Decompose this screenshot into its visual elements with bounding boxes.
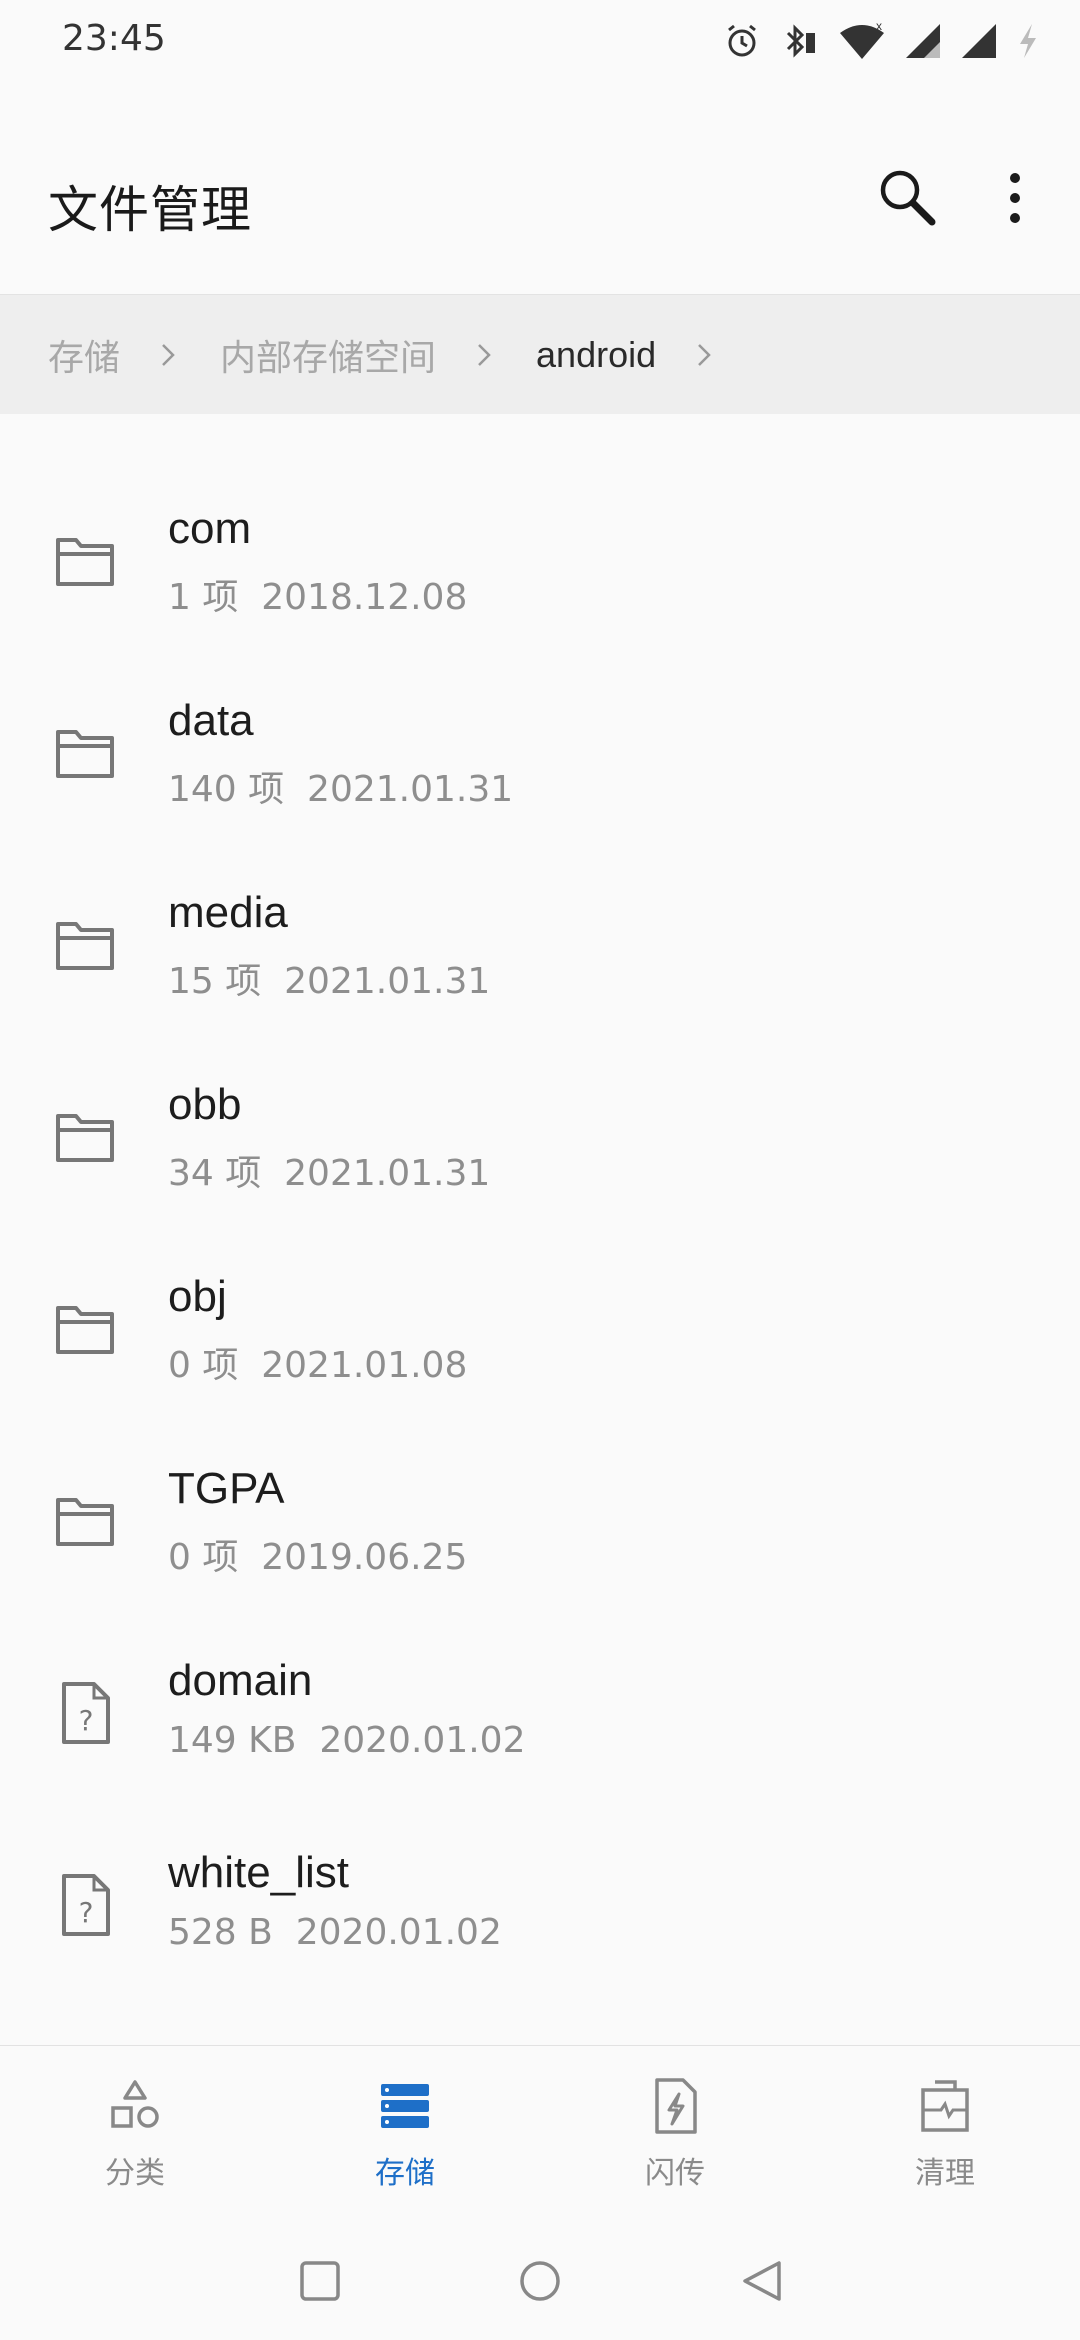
folder-icon — [50, 1486, 120, 1556]
breadcrumb: 存储 内部存储空间 android — [0, 294, 1080, 414]
file-meta: 0 项 2021.01.08 — [168, 1345, 468, 1386]
file-name: obj — [168, 1272, 227, 1321]
file-name: media — [168, 888, 288, 937]
svg-text:?: ? — [79, 1704, 94, 1737]
unknown-file-icon: ? — [50, 1870, 120, 1940]
search-button[interactable] — [868, 160, 948, 240]
recents-square-icon — [297, 2258, 343, 2308]
breadcrumb-item-internal-storage[interactable]: 内部存储空间 — [220, 329, 436, 381]
nav-item-flash-transfer[interactable]: 闪传 — [540, 2046, 810, 2206]
back-button[interactable] — [722, 2243, 802, 2323]
chevron-right-icon — [160, 341, 176, 369]
wifi-icon: x — [838, 21, 886, 61]
file-name: domain — [168, 1656, 313, 1705]
alarm-icon — [722, 21, 762, 61]
file-name: TGPA — [168, 1464, 285, 1513]
page-title: 文件管理 — [48, 181, 252, 239]
more-vert-icon — [1007, 170, 1023, 230]
file-meta: 34 项 2021.01.31 — [168, 1153, 491, 1194]
svg-text:x: x — [876, 21, 882, 33]
file-meta: 149 KB 2020.01.02 — [168, 1720, 526, 1761]
nav-label-clean: 清理 — [915, 2156, 975, 2191]
file-name: white_list — [168, 1848, 349, 1897]
list-item-obj[interactable]: obj 0 项 2021.01.08 — [0, 1238, 1080, 1430]
system-navigation-bar — [0, 2215, 1080, 2340]
nav-label-flash-transfer: 闪传 — [645, 2156, 705, 2191]
flash-transfer-icon — [645, 2076, 705, 2140]
breadcrumb-item-android[interactable]: android — [536, 334, 656, 376]
nav-label-storage: 存储 — [375, 2156, 435, 2191]
search-icon — [876, 166, 940, 234]
list-item-domain[interactable]: ? domain 149 KB 2020.01.02 — [0, 1622, 1080, 1814]
bottom-navigation: 分类 存储 闪传 清理 — [0, 2045, 1080, 2206]
folder-icon — [50, 1102, 120, 1172]
file-name: data — [168, 696, 254, 745]
file-meta: 140 项 2021.01.31 — [168, 769, 514, 810]
status-bar: 23:45 x — [0, 0, 1080, 80]
chevron-right-icon — [476, 341, 492, 369]
list-item-com[interactable]: com 1 项 2018.12.08 — [0, 470, 1080, 662]
storage-icon — [375, 2076, 435, 2140]
clean-icon — [915, 2076, 975, 2140]
recents-button[interactable] — [280, 2243, 360, 2323]
file-name: obb — [168, 1080, 242, 1129]
breadcrumb-item-storage[interactable]: 存储 — [48, 329, 120, 381]
file-meta: 0 项 2019.06.25 — [168, 1537, 468, 1578]
folder-icon — [50, 1294, 120, 1364]
nav-item-clean[interactable]: 清理 — [810, 2046, 1080, 2206]
status-icons: x — [722, 18, 1040, 64]
file-meta: 15 项 2021.01.31 — [168, 961, 491, 1002]
list-item-tgpa[interactable]: TGPA 0 项 2019.06.25 — [0, 1430, 1080, 1622]
more-options-button[interactable] — [980, 160, 1050, 240]
chevron-right-icon — [696, 341, 712, 369]
list-item-media[interactable]: media 15 项 2021.01.31 — [0, 854, 1080, 1046]
file-list: com 1 项 2018.12.08 data 140 项 2021.01.31… — [0, 470, 1080, 2006]
nav-item-storage[interactable]: 存储 — [270, 2046, 540, 2206]
signal-icon-1 — [904, 22, 942, 60]
nav-label-category: 分类 — [105, 2156, 165, 2191]
status-time: 23:45 — [62, 18, 166, 59]
charging-icon — [1016, 22, 1040, 60]
folder-icon — [50, 910, 120, 980]
nav-item-category[interactable]: 分类 — [0, 2046, 270, 2206]
home-circle-icon — [517, 2258, 563, 2308]
signal-icon-2 — [960, 22, 998, 60]
unknown-file-icon: ? — [50, 1678, 120, 1748]
file-meta: 528 B 2020.01.02 — [168, 1912, 502, 1953]
list-item-data[interactable]: data 140 项 2021.01.31 — [0, 662, 1080, 854]
list-item-obb[interactable]: obb 34 项 2021.01.31 — [0, 1046, 1080, 1238]
folder-icon — [50, 526, 120, 596]
bluetooth-battery-icon — [780, 21, 820, 61]
home-button[interactable] — [500, 2243, 580, 2323]
category-icon — [105, 2076, 165, 2140]
svg-text:?: ? — [79, 1896, 94, 1929]
file-meta: 1 项 2018.12.08 — [168, 577, 468, 618]
app-bar: 文件管理 — [0, 120, 1080, 290]
file-name: com — [168, 504, 252, 553]
list-item-white-list[interactable]: ? white_list 528 B 2020.01.02 — [0, 1814, 1080, 2006]
back-triangle-icon — [739, 2258, 785, 2308]
folder-icon — [50, 718, 120, 788]
